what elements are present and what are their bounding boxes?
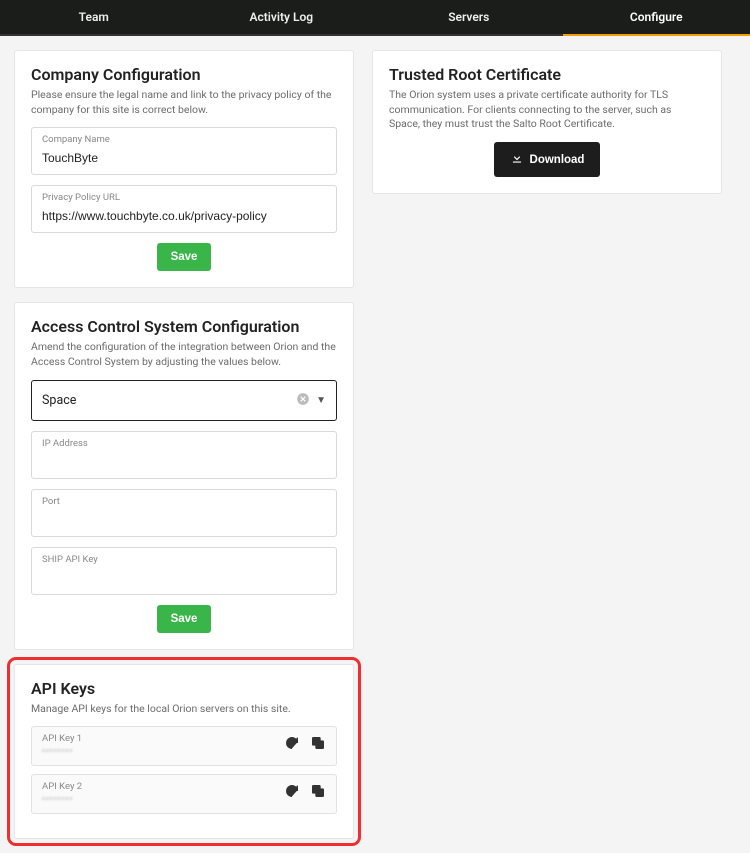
acs-system-select[interactable]: Space ▼ xyxy=(31,380,337,421)
ship-api-key-input[interactable] xyxy=(42,571,326,585)
acs-config-desc: Amend the configuration of the integrati… xyxy=(31,340,337,369)
api-key-2-label: API Key 2 xyxy=(42,781,82,792)
ship-api-key-field[interactable]: SHIP API Key xyxy=(31,547,337,595)
port-field[interactable]: Port xyxy=(31,489,337,537)
top-nav: Team Activity Log Servers Configure xyxy=(0,0,750,36)
port-label: Port xyxy=(42,496,326,507)
active-tab-underline xyxy=(563,34,750,36)
privacy-url-field[interactable]: Privacy Policy URL xyxy=(31,185,337,233)
api-keys-title: API Keys xyxy=(31,679,337,698)
ip-address-field[interactable]: IP Address xyxy=(31,431,337,479)
privacy-url-input[interactable] xyxy=(42,209,326,223)
company-name-label: Company Name xyxy=(42,134,326,145)
api-key-row: API Key 2 •••••••• xyxy=(31,774,337,814)
download-icon xyxy=(510,151,524,168)
download-cert-button[interactable]: Download xyxy=(494,142,601,177)
company-config-desc: Please ensure the legal name and link to… xyxy=(31,88,337,117)
company-config-title: Company Configuration xyxy=(31,65,337,84)
tab-servers[interactable]: Servers xyxy=(375,0,563,34)
acs-system-select-value: Space xyxy=(42,393,76,408)
api-keys-desc: Manage API keys for the local Orion serv… xyxy=(31,702,337,717)
tab-activity-log[interactable]: Activity Log xyxy=(188,0,376,34)
clear-icon[interactable] xyxy=(296,391,310,410)
refresh-icon[interactable] xyxy=(284,735,300,755)
cert-card: Trusted Root Certificate The Orion syste… xyxy=(372,50,722,194)
ip-address-label: IP Address xyxy=(42,438,326,449)
ship-api-key-label: SHIP API Key xyxy=(42,554,326,565)
api-key-row: API Key 1 •••••••• xyxy=(31,726,337,766)
ip-address-input[interactable] xyxy=(42,455,326,469)
download-cert-label: Download xyxy=(530,154,585,166)
api-key-1-label: API Key 1 xyxy=(42,733,82,744)
copy-icon[interactable] xyxy=(310,735,326,755)
acs-config-card: Access Control System Configuration Amen… xyxy=(14,302,354,649)
acs-config-title: Access Control System Configuration xyxy=(31,317,337,336)
tab-team[interactable]: Team xyxy=(0,0,188,34)
cert-desc: The Orion system uses a private certific… xyxy=(389,88,705,132)
privacy-url-label: Privacy Policy URL xyxy=(42,192,326,203)
refresh-icon[interactable] xyxy=(284,783,300,803)
company-config-card: Company Configuration Please ensure the … xyxy=(14,50,354,288)
copy-icon[interactable] xyxy=(310,783,326,803)
tab-configure[interactable]: Configure xyxy=(563,0,750,34)
api-key-1-value-masked: •••••••• xyxy=(42,746,82,757)
company-save-button[interactable]: Save xyxy=(157,243,212,271)
acs-save-button[interactable]: Save xyxy=(157,605,212,633)
api-key-2-value-masked: •••••••• xyxy=(42,794,82,805)
port-input[interactable] xyxy=(42,513,326,527)
company-name-field[interactable]: Company Name xyxy=(31,127,337,175)
company-name-input[interactable] xyxy=(42,151,326,165)
chevron-down-icon[interactable]: ▼ xyxy=(316,395,326,406)
api-keys-card: API Keys Manage API keys for the local O… xyxy=(14,664,354,840)
cert-title: Trusted Root Certificate xyxy=(389,65,705,84)
